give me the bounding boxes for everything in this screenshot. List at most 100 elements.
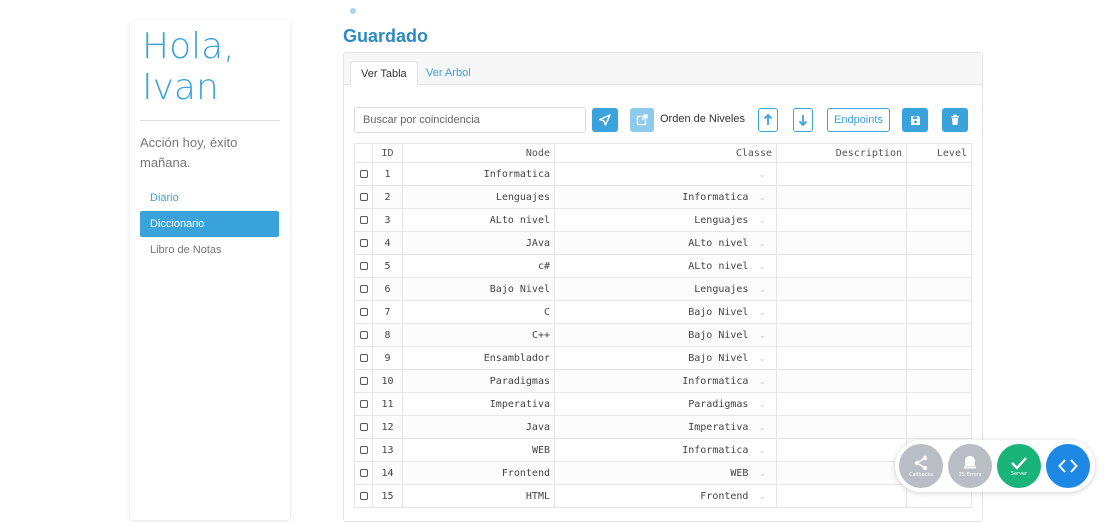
cell-classe[interactable]: Informatica ⌄ — [554, 438, 777, 462]
table-row[interactable]: 15 HTML Frontend ⌄ — [354, 484, 972, 508]
caret-down-icon[interactable]: ⌄ — [758, 308, 766, 318]
caret-down-icon[interactable]: ⌄ — [758, 469, 766, 479]
sidebar-item-libro-de-notas[interactable]: Libro de Notas — [140, 237, 279, 263]
caret-down-icon[interactable]: ⌄ — [758, 354, 766, 364]
cell-description[interactable] — [776, 346, 907, 370]
cell-description[interactable] — [776, 461, 907, 485]
open-external-button[interactable] — [630, 108, 654, 132]
cell-classe[interactable]: Paradigmas ⌄ — [554, 392, 777, 416]
table-row[interactable]: 9 Ensamblador Bajo Nivel ⌄ — [354, 346, 972, 370]
cell-level[interactable] — [906, 277, 972, 301]
table-row[interactable]: 6 Bajo Nivel Lenguajes ⌄ — [354, 277, 972, 301]
cell-node[interactable]: C++ — [402, 323, 555, 347]
cell-classe[interactable]: Lenguajes ⌄ — [554, 277, 777, 301]
cell-level[interactable] — [906, 369, 972, 393]
cell-description[interactable] — [776, 231, 907, 255]
cell-node[interactable]: Ensamblador — [402, 346, 555, 370]
caret-down-icon[interactable]: ⌄ — [758, 400, 766, 410]
cell-node[interactable]: WEB — [402, 438, 555, 462]
cell-classe[interactable]: Lenguajes ⌄ — [554, 208, 777, 232]
table-row[interactable]: 8 C++ Bajo Nivel ⌄ — [354, 323, 972, 347]
sidebar-item-diario[interactable]: Diario — [140, 185, 279, 211]
table-row[interactable]: 14 Frontend WEB ⌄ — [354, 461, 972, 485]
cell-level[interactable] — [906, 415, 972, 439]
table-row[interactable]: 2 Lenguajes Informatica ⌄ — [354, 185, 972, 209]
cell-description[interactable] — [776, 392, 907, 416]
cell-level[interactable] — [906, 162, 972, 186]
cell-node[interactable]: Bajo Nivel — [402, 277, 555, 301]
row-checkbox[interactable] — [359, 445, 368, 454]
caret-down-icon[interactable]: ⌄ — [758, 446, 766, 456]
column-header-level[interactable]: Level — [906, 143, 972, 163]
cell-description[interactable] — [776, 162, 907, 186]
table-row[interactable]: 4 JAva ALto nivel ⌄ — [354, 231, 972, 255]
server-button[interactable]: Server — [997, 444, 1041, 488]
code-toggle-button[interactable] — [1046, 444, 1090, 488]
table-row[interactable]: 3 ALto nivel Lenguajes ⌄ — [354, 208, 972, 232]
cell-level[interactable] — [906, 185, 972, 209]
cell-classe[interactable]: WEB ⌄ — [554, 461, 777, 485]
table-row[interactable]: 10 Paradigmas Informatica ⌄ — [354, 369, 972, 393]
cell-description[interactable] — [776, 484, 907, 508]
caret-down-icon[interactable]: ⌄ — [758, 331, 766, 341]
caret-down-icon[interactable]: ⌄ — [758, 239, 766, 249]
cell-description[interactable] — [776, 277, 907, 301]
cell-classe[interactable]: Bajo Nivel ⌄ — [554, 323, 777, 347]
cell-node[interactable]: c# — [402, 254, 555, 278]
callbacks-button[interactable]: Callbacks — [899, 444, 943, 488]
cell-classe[interactable]: ALto nivel ⌄ — [554, 254, 777, 278]
row-checkbox[interactable] — [359, 284, 368, 293]
cell-level[interactable] — [906, 392, 972, 416]
cell-description[interactable] — [776, 208, 907, 232]
cell-node[interactable]: C — [402, 300, 555, 324]
cell-level[interactable] — [906, 300, 972, 324]
caret-down-icon[interactable]: ⌄ — [758, 216, 766, 226]
table-row[interactable]: 13 WEB Informatica ⌄ — [354, 438, 972, 462]
column-header-classe[interactable]: Classe — [554, 143, 777, 163]
cell-classe[interactable]: Frontend ⌄ — [554, 484, 777, 508]
cell-description[interactable] — [776, 415, 907, 439]
column-header-description[interactable]: Description — [776, 143, 907, 163]
row-checkbox[interactable] — [359, 192, 368, 201]
row-checkbox[interactable] — [359, 399, 368, 408]
table-row[interactable]: 5 c# ALto nivel ⌄ — [354, 254, 972, 278]
row-checkbox[interactable] — [359, 353, 368, 362]
cell-level[interactable] — [906, 208, 972, 232]
row-checkbox[interactable] — [359, 330, 368, 339]
caret-down-icon[interactable]: ⌄ — [758, 193, 766, 203]
save-button[interactable] — [902, 108, 928, 132]
cell-classe[interactable]: Imperativa ⌄ — [554, 415, 777, 439]
cell-level[interactable] — [906, 254, 972, 278]
row-checkbox[interactable] — [359, 238, 368, 247]
cell-classe[interactable]: Informatica ⌄ — [554, 369, 777, 393]
cell-node[interactable]: Imperativa — [402, 392, 555, 416]
send-button[interactable] — [592, 108, 618, 132]
cell-description[interactable] — [776, 300, 907, 324]
cell-level[interactable] — [906, 231, 972, 255]
cell-classe[interactable]: ⌄ — [554, 162, 777, 186]
cell-node[interactable]: Java — [402, 415, 555, 439]
cell-node[interactable]: HTML — [402, 484, 555, 508]
sidebar-item-diccionario[interactable]: Diccionario — [140, 211, 279, 237]
row-checkbox[interactable] — [359, 261, 368, 270]
delete-button[interactable] — [942, 108, 968, 132]
row-checkbox[interactable] — [359, 215, 368, 224]
cell-classe[interactable]: Bajo Nivel ⌄ — [554, 346, 777, 370]
caret-down-icon[interactable]: ⌄ — [758, 285, 766, 295]
column-header-id[interactable]: ID — [372, 143, 403, 163]
table-row[interactable]: 1 Informatica ⌄ — [354, 162, 972, 186]
cell-classe[interactable]: Informatica ⌄ — [554, 185, 777, 209]
row-checkbox[interactable] — [359, 422, 368, 431]
cell-node[interactable]: ALto nivel — [402, 208, 555, 232]
tab-ver-arbol[interactable]: Ver Arbol — [416, 61, 481, 86]
caret-down-icon[interactable]: ⌄ — [758, 423, 766, 433]
caret-down-icon[interactable]: ⌄ — [758, 170, 766, 180]
search-input[interactable] — [354, 107, 586, 133]
row-checkbox[interactable] — [359, 169, 368, 178]
cell-description[interactable] — [776, 254, 907, 278]
cell-description[interactable] — [776, 438, 907, 462]
cell-node[interactable]: Frontend — [402, 461, 555, 485]
row-checkbox[interactable] — [359, 491, 368, 500]
cell-classe[interactable]: ALto nivel ⌄ — [554, 231, 777, 255]
cell-node[interactable]: JAva — [402, 231, 555, 255]
